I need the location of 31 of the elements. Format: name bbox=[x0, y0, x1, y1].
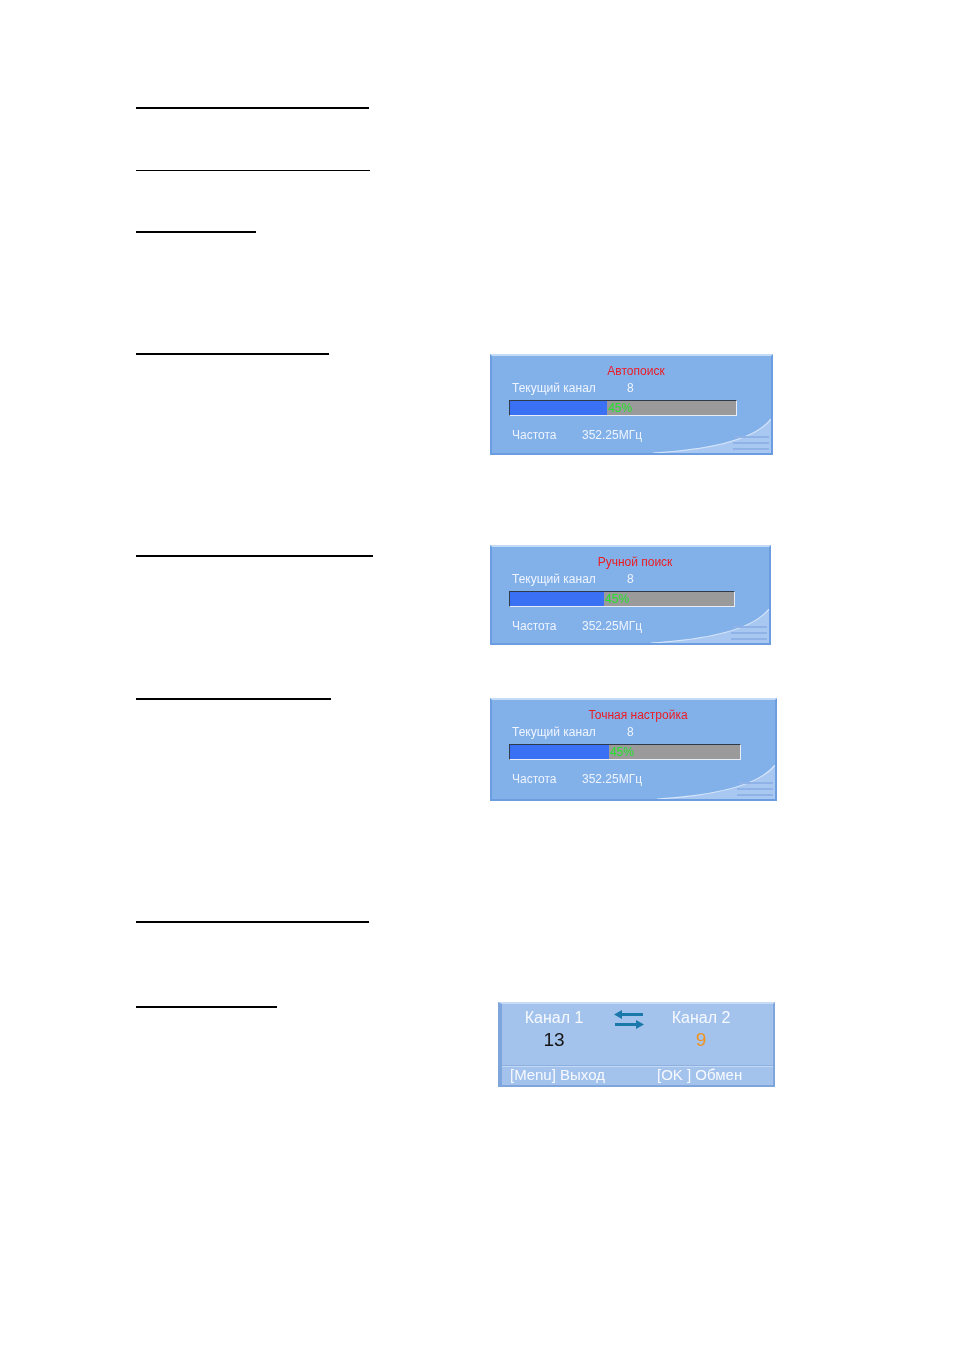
osd-title: Ручной поиск bbox=[596, 555, 674, 569]
osd-title: Точная настройка bbox=[587, 708, 689, 722]
swap-arrows-icon bbox=[614, 1010, 644, 1029]
channel-label: Текущий канал bbox=[512, 381, 597, 395]
fill-in-line[interactable] bbox=[136, 352, 329, 355]
progress-percent: 45% bbox=[605, 592, 630, 606]
channel-label: Текущий канал bbox=[512, 572, 597, 586]
fill-in-line[interactable] bbox=[136, 169, 370, 171]
fill-in-line[interactable] bbox=[136, 554, 373, 557]
channel-number: 9 bbox=[694, 1029, 708, 1050]
progress-percent: 45% bbox=[608, 401, 633, 415]
channel-label: Канал 2 bbox=[670, 1009, 732, 1027]
channel-label: Текущий канал bbox=[512, 725, 597, 739]
frequency-label: Частота bbox=[512, 772, 558, 786]
channel-number: 8 bbox=[627, 572, 634, 586]
channel-label: Канал 1 bbox=[523, 1009, 585, 1027]
channel-number: 8 bbox=[627, 725, 634, 739]
osd-title: Автопоиск bbox=[606, 364, 666, 378]
key-hint: [OK ] Обмен bbox=[657, 1066, 743, 1084]
fill-in-line[interactable] bbox=[136, 697, 331, 700]
channel-number: 8 bbox=[627, 381, 634, 395]
channel-number: 13 bbox=[542, 1029, 566, 1050]
key-hint: [Menu] Выход bbox=[510, 1066, 606, 1084]
frequency-value: 352.25МГц bbox=[582, 619, 643, 633]
fill-in-line[interactable] bbox=[136, 920, 369, 923]
frequency-label: Частота bbox=[512, 619, 558, 633]
frequency-value: 352.25МГц bbox=[582, 428, 643, 442]
frequency-value: 352.25МГц bbox=[582, 772, 643, 786]
progress-percent: 45% bbox=[609, 745, 634, 759]
fill-in-line[interactable] bbox=[136, 1005, 277, 1008]
frequency-label: Частота bbox=[512, 428, 558, 442]
